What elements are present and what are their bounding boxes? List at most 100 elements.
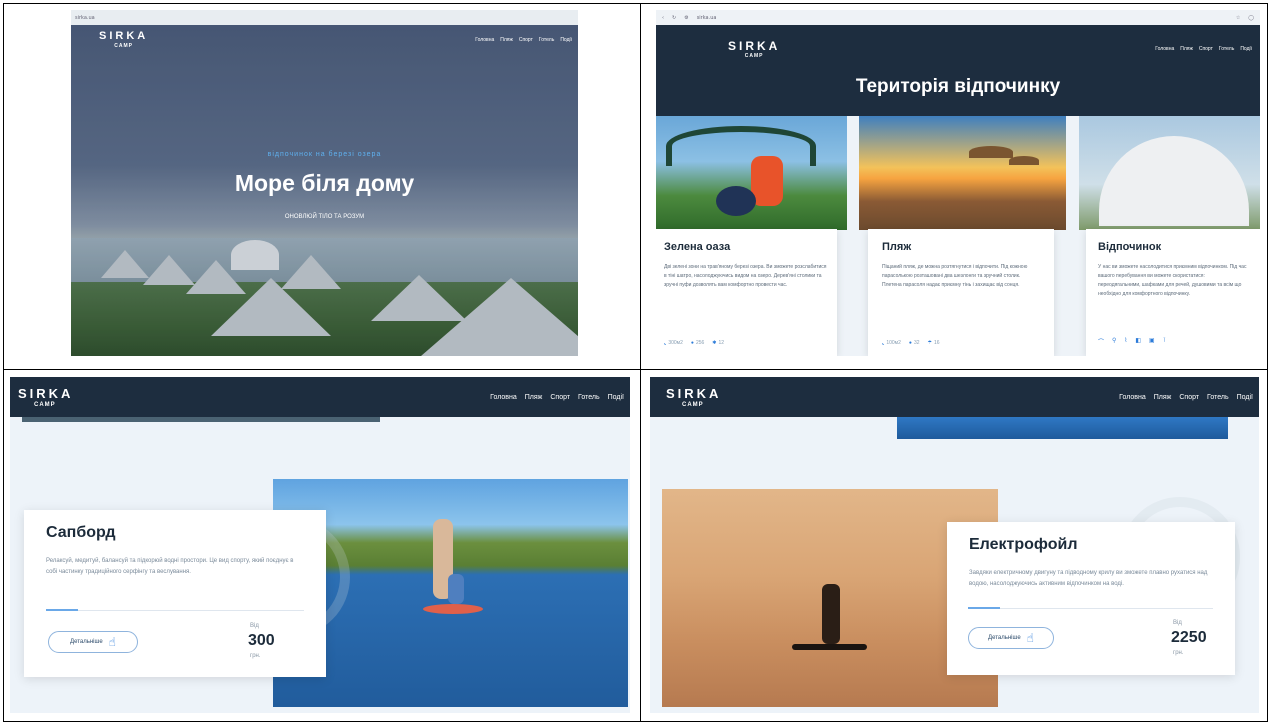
efoil-board <box>792 644 867 650</box>
back-icon[interactable]: ‹ <box>662 15 664 21</box>
sup-screenshot: SIRKA CAMP Головна Пляж Спорт Готель Под… <box>10 377 630 713</box>
logo-text: SIRKA <box>18 385 74 401</box>
umbrella <box>969 146 1013 158</box>
browser-address-bar[interactable]: ‹ ↻ ⚙ sirka.ua ☆ ◯ <box>656 10 1260 26</box>
price-currency: грн. <box>1173 650 1184 656</box>
paddle-board <box>423 604 483 614</box>
nav-item-beach[interactable]: Пляж <box>525 394 543 401</box>
stat-count: ☂ 16 <box>928 340 940 346</box>
umbrella-icon: ☂ <box>927 340 932 346</box>
grid-divider-vertical <box>640 3 641 722</box>
logo-subtext: CAMP <box>744 52 764 59</box>
stat-count-value: 12 <box>718 340 725 346</box>
card-divider-accent <box>968 607 1000 609</box>
grid-border-top <box>3 3 1268 4</box>
grid-divider-horizontal <box>3 369 1268 370</box>
pointer-hand-icon: ☝ <box>108 635 116 649</box>
main-nav: Головна Пляж Спорт Готель Події <box>1155 46 1252 52</box>
grid-border-left <box>3 3 4 722</box>
reload-icon[interactable]: ↻ <box>672 15 676 21</box>
stat-area-value: 300м2 <box>668 340 683 346</box>
nav-item-home[interactable]: Головна <box>1119 394 1146 401</box>
profile-icon[interactable]: ◯ <box>1248 15 1254 21</box>
hero-kicker: відпочинок на березі озера <box>267 151 382 158</box>
browser-address-bar[interactable]: sirka.ua <box>71 10 578 25</box>
details-button[interactable]: Детальніше ☝ <box>968 627 1054 649</box>
browser-url: sirka.ua <box>696 15 717 21</box>
tent-canopy <box>666 126 816 166</box>
main-nav: Головна Пляж Спорт Готель Події <box>490 394 624 401</box>
nav-item-hotel[interactable]: Готель <box>1207 394 1229 401</box>
price-value: 300 <box>248 632 275 649</box>
nav-item-events[interactable]: Події <box>608 394 624 401</box>
activity-text: Завдяки електричному двигуну та підводно… <box>969 570 1208 587</box>
stat-area: ⌞ 300м2 <box>664 340 683 346</box>
nav-item-home[interactable]: Головна <box>490 394 517 401</box>
territory-screenshot: ‹ ↻ ⚙ sirka.ua ☆ ◯ SIRKA CAMP Головна Пл… <box>656 10 1260 356</box>
nav-item-events[interactable]: Події <box>560 37 572 43</box>
nav-item-sport[interactable]: Спорт <box>519 37 533 43</box>
hero-subtitle: ОНОВЛЮЙ ТІЛО ТА РОЗУМ <box>284 214 365 220</box>
nav-item-home[interactable]: Головна <box>1155 46 1174 52</box>
stat-people: ● 256 <box>691 340 704 346</box>
nav-item-events[interactable]: Події <box>1237 394 1253 401</box>
price-from-label: Від <box>250 623 259 629</box>
site-settings-icon[interactable]: ⚙ <box>684 15 688 21</box>
grid-border-bottom <box>3 721 1268 722</box>
section-title: Територія відпочинку <box>855 76 1061 97</box>
logo-text: SIRKA <box>666 385 722 401</box>
nav-item-home[interactable]: Головна <box>475 37 494 43</box>
nav-item-beach[interactable]: Пляж <box>500 37 513 43</box>
site-logo[interactable]: SIRKA CAMP <box>728 40 780 59</box>
details-button-label: Детальніше <box>70 639 103 645</box>
stat-area: ⌞ 100м2 <box>882 340 901 346</box>
stat-people-value: 256 <box>695 340 705 346</box>
bookmark-star-icon[interactable]: ☆ <box>1236 15 1240 21</box>
site-logo[interactable]: SIRKA CAMP <box>18 387 73 408</box>
area-card-stats: ⌞ 100м2 ● 32 ☂ 16 <box>882 340 940 346</box>
area-card-text: У нас ви зможете насолодитися приємним в… <box>1098 264 1247 297</box>
price-currency: грн. <box>250 653 261 659</box>
nav-item-events[interactable]: Події <box>1240 46 1252 52</box>
table-icon: ✱ <box>712 340 717 346</box>
logo-subtext: CAMP <box>114 43 133 49</box>
stat-count: ✱ 12 <box>712 340 724 346</box>
previous-slide-edge <box>897 417 1228 439</box>
activity-title: Електрофойл <box>969 536 1078 553</box>
stat-people: ● 32 <box>909 340 920 346</box>
nav-item-hotel[interactable]: Готель <box>578 394 600 401</box>
card-divider-accent <box>46 609 78 611</box>
rider-figure <box>822 584 840 644</box>
shower-icon: ⚲ <box>1112 338 1117 344</box>
person-icon: ● <box>690 340 694 346</box>
area-card[interactable]: Пляж Піщаний пляж, де можна розтягнутися… <box>868 229 1054 356</box>
main-nav: Головна Пляж Спорт Готель Події <box>475 37 572 43</box>
area-card[interactable]: Відпочинок У нас ви зможете насолодитися… <box>1086 229 1260 356</box>
main-nav: Головна Пляж Спорт Готель Події <box>1119 394 1253 401</box>
activity-title: Сапборд <box>46 524 116 541</box>
green-oasis-photo <box>656 116 847 230</box>
logo-subtext: CAMP <box>682 401 704 408</box>
stat-people-value: 32 <box>913 340 920 346</box>
details-button[interactable]: Детальніше ☝ <box>48 631 138 653</box>
hero-title: Море біля дому <box>234 170 415 196</box>
toilet-icon: ⊺ <box>1162 338 1166 344</box>
nav-item-sport[interactable]: Спорт <box>550 394 570 401</box>
price-value: 2250 <box>1171 629 1207 646</box>
browser-url: sirka.ua <box>75 14 95 21</box>
nav-item-sport[interactable]: Спорт <box>1179 394 1199 401</box>
nav-item-hotel[interactable]: Готель <box>539 37 554 43</box>
card-divider <box>46 610 304 611</box>
nav-item-beach[interactable]: Пляж <box>1180 46 1193 52</box>
site-logo[interactable]: SIRKA CAMP <box>99 31 148 49</box>
locker-icon: ▣ <box>1149 338 1155 344</box>
nav-item-hotel[interactable]: Готель <box>1219 46 1234 52</box>
area-card[interactable]: Зелена оаза Дві зелені зони на трав'яном… <box>656 229 837 356</box>
nav-item-beach[interactable]: Пляж <box>1154 394 1172 401</box>
area-card-title: Зелена оаза <box>664 241 731 253</box>
nav-item-sport[interactable]: Спорт <box>1199 46 1213 52</box>
towel-icon: ⌇ <box>1124 338 1128 344</box>
site-logo[interactable]: SIRKA CAMP <box>666 387 721 408</box>
site-header: SIRKA CAMP Головна Пляж Спорт Готель Под… <box>656 32 1260 66</box>
hanger-icon: ⌒ <box>1098 340 1105 346</box>
